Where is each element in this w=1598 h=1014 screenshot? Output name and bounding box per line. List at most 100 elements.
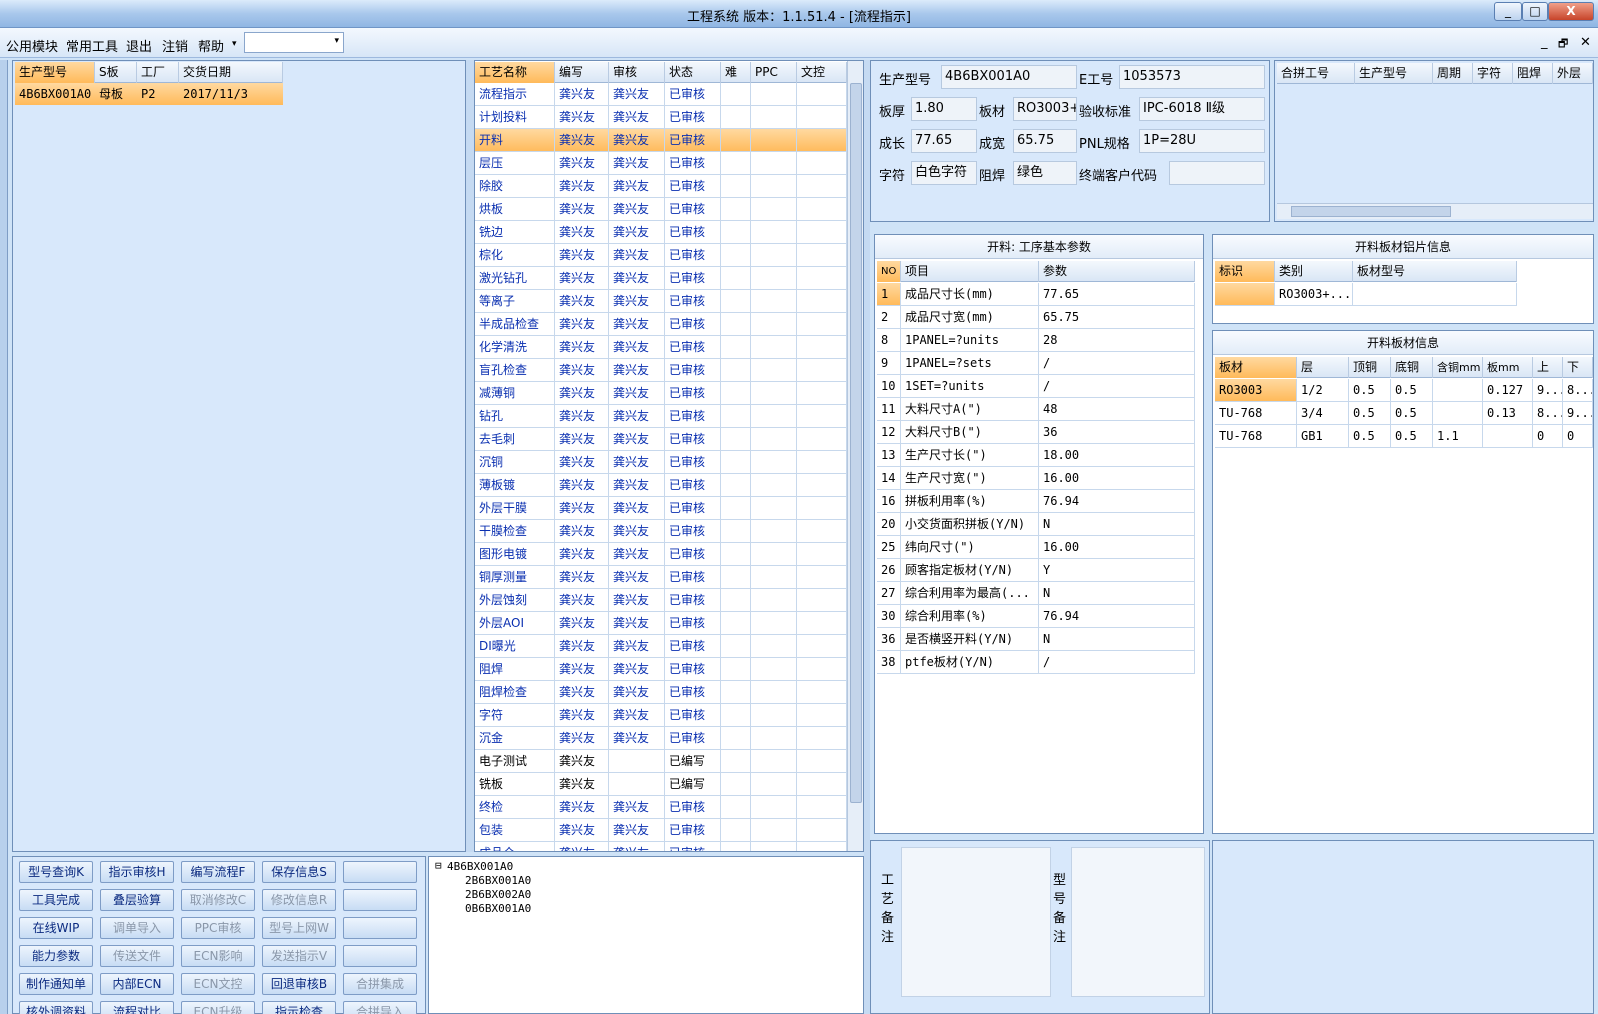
table-row[interactable]: 终检 龚兴友 龚兴友 已审核 xyxy=(475,796,847,819)
table-row[interactable]: 薄板镀 龚兴友 龚兴友 已审核 xyxy=(475,474,847,497)
table-row[interactable]: 计划投料 龚兴友 龚兴友 已审核 xyxy=(475,106,847,129)
menu-exit[interactable]: 退出 xyxy=(126,36,152,55)
col-bottom-cu[interactable]: 底铜 xyxy=(1391,357,1433,378)
col-factory[interactable]: 工厂 xyxy=(137,62,179,83)
col-item[interactable]: 项目 xyxy=(901,261,1039,282)
col-merge-model[interactable]: 生产型号 xyxy=(1355,63,1433,84)
action-button[interactable]: 修改信息R xyxy=(262,889,336,911)
table-row[interactable]: 电子测试 龚兴友 已编写 xyxy=(475,750,847,773)
customer-field[interactable] xyxy=(1169,161,1265,185)
param-row[interactable]: 16 拼板利用率(%) 76.94 xyxy=(877,490,1195,513)
menu-logout[interactable]: 注销 xyxy=(162,36,188,55)
model-remark-text[interactable] xyxy=(1071,847,1205,997)
material-field[interactable]: RO3003+ xyxy=(1013,97,1077,121)
col-cu-mm[interactable]: 含铜mm xyxy=(1433,357,1483,378)
merge-hscrollbar[interactable] xyxy=(1277,203,1593,219)
col-mark[interactable]: 标识 xyxy=(1215,261,1275,282)
maximize-button[interactable]: □ xyxy=(1522,2,1548,21)
table-row[interactable]: 阻焊检查 龚兴友 龚兴友 已审核 xyxy=(475,681,847,704)
action-button[interactable]: 内部ECN xyxy=(100,973,174,995)
tree-node[interactable]: 2B6BX001A0 xyxy=(465,874,531,887)
col-board-model[interactable]: 板材型号 xyxy=(1353,261,1517,282)
param-row[interactable]: 2 成品尺寸宽(mm) 65.75 xyxy=(877,306,1195,329)
param-row[interactable]: 9 1PANEL=?sets / xyxy=(877,352,1195,375)
table-row[interactable]: 盲孔检查 龚兴友 龚兴友 已审核 xyxy=(475,359,847,382)
table-row[interactable]: 等离子 龚兴友 龚兴友 已审核 xyxy=(475,290,847,313)
table-row[interactable]: 沉金 龚兴友 龚兴友 已审核 xyxy=(475,727,847,750)
col-merge-outer[interactable]: 外层 xyxy=(1553,63,1593,84)
table-row[interactable]: 激光钻孔 龚兴友 龚兴友 已审核 xyxy=(475,267,847,290)
blank-button[interactable] xyxy=(343,917,417,939)
board-row[interactable]: RO30031/20.50.50.1279...8... xyxy=(1215,379,1593,402)
standard-field[interactable]: IPC-6018 Ⅱ级 xyxy=(1139,97,1265,121)
table-row[interactable]: 开料 龚兴友 龚兴友 已审核 xyxy=(475,129,847,152)
table-row[interactable]: 字符 龚兴友 龚兴友 已审核 xyxy=(475,704,847,727)
e-no-field[interactable]: 1053573 xyxy=(1119,65,1265,89)
table-row[interactable]: 包装 龚兴友 龚兴友 已审核 xyxy=(475,819,847,842)
action-button[interactable]: 合拼导入 xyxy=(343,1001,417,1014)
hscroll-thumb[interactable] xyxy=(1291,206,1451,217)
table-row[interactable]: 阻焊 龚兴友 龚兴友 已审核 xyxy=(475,658,847,681)
param-row[interactable]: 25 纬向尺寸(") 16.00 xyxy=(877,536,1195,559)
mask-field[interactable]: 绿色 xyxy=(1013,161,1077,185)
param-row[interactable]: 8 1PANEL=?units 28 xyxy=(877,329,1195,352)
action-button[interactable]: 传送文件 xyxy=(100,945,174,967)
col-top-cu[interactable]: 顶铜 xyxy=(1349,357,1391,378)
close-button[interactable]: X xyxy=(1548,2,1594,21)
table-row[interactable]: 棕化 龚兴友 龚兴友 已审核 xyxy=(475,244,847,267)
scroll-thumb[interactable] xyxy=(850,83,862,803)
menu-combo-box[interactable]: ▾ xyxy=(244,32,344,53)
param-row[interactable]: 20 小交货面积拼板(Y/N) N xyxy=(877,513,1195,536)
table-row[interactable]: 层压 龚兴友 龚兴友 已审核 xyxy=(475,152,847,175)
action-button[interactable]: 保存信息S xyxy=(262,861,336,883)
action-button[interactable]: 编写流程F xyxy=(181,861,255,883)
table-row[interactable]: 铣板 龚兴友 已编写 xyxy=(475,773,847,796)
tree-node[interactable]: 0B6BX001A0 xyxy=(465,902,531,915)
table-row[interactable]: 烘板 龚兴友 龚兴友 已审核 xyxy=(475,198,847,221)
col-date[interactable]: 交货日期 xyxy=(179,62,283,83)
col-merge-cycle[interactable]: 周期 xyxy=(1433,63,1473,84)
vertical-splitter[interactable] xyxy=(466,60,474,852)
action-button[interactable]: 工具完成 xyxy=(19,889,93,911)
table-row[interactable]: 沉铜 龚兴友 龚兴友 已审核 xyxy=(475,451,847,474)
param-row[interactable]: 38 ptfe板材(Y/N) / xyxy=(877,651,1195,674)
table-row[interactable]: 外层蚀刻 龚兴友 龚兴友 已审核 xyxy=(475,589,847,612)
col-model[interactable]: 生产型号 xyxy=(15,62,95,83)
action-button[interactable]: ECN升级 xyxy=(181,1001,255,1014)
table-row[interactable]: 去毛刺 龚兴友 龚兴友 已审核 xyxy=(475,428,847,451)
tree-collapse-icon[interactable]: ⊟ xyxy=(435,859,442,872)
col-board[interactable]: S板 xyxy=(95,62,137,83)
action-button[interactable]: 型号上网W xyxy=(262,917,336,939)
action-button[interactable]: 取消修改C xyxy=(181,889,255,911)
col-writer[interactable]: 编写 xyxy=(555,62,609,83)
param-row[interactable]: 14 生产尺寸宽(") 16.00 xyxy=(877,467,1195,490)
table-row[interactable]: 流程指示 龚兴友 龚兴友 已审核 xyxy=(475,83,847,106)
table-row[interactable]: 外层AOI 龚兴友 龚兴友 已审核 xyxy=(475,612,847,635)
table-row[interactable]: 除胶 龚兴友 龚兴友 已审核 xyxy=(475,175,847,198)
table-row[interactable]: 减薄铜 龚兴友 龚兴友 已审核 xyxy=(475,382,847,405)
alu-row[interactable]: RO3003+... xyxy=(1215,283,1517,306)
thickness-field[interactable]: 1.80 xyxy=(911,97,977,121)
blank-button[interactable] xyxy=(343,889,417,911)
col-difficulty[interactable]: 难 xyxy=(721,62,751,83)
table-row[interactable]: 半成品检查 龚兴友 龚兴友 已审核 xyxy=(475,313,847,336)
action-button[interactable]: 能力参数 xyxy=(19,945,93,967)
menu-tools[interactable]: 常用工具 xyxy=(66,36,118,55)
table-row[interactable]: 成品仓龚兴友龚兴友已审核 xyxy=(475,842,847,851)
table-row[interactable]: DI曝光 龚兴友 龚兴友 已审核 xyxy=(475,635,847,658)
col-reviewer[interactable]: 审核 xyxy=(609,62,665,83)
help-dropdown-icon[interactable]: ▾ xyxy=(232,39,237,49)
pnl-field[interactable]: 1P=28U xyxy=(1139,129,1265,153)
process-scrollbar[interactable] xyxy=(847,61,863,851)
col-board[interactable]: 板材 xyxy=(1215,357,1297,378)
action-button[interactable]: ECN文控 xyxy=(181,973,255,995)
param-row[interactable]: 13 生产尺寸长(") 18.00 xyxy=(877,444,1195,467)
tree-root[interactable]: 4B6BX001A0 xyxy=(447,860,513,873)
table-row[interactable]: 化学清洗 龚兴友 龚兴友 已审核 xyxy=(475,336,847,359)
action-button[interactable]: 流程对比 xyxy=(100,1001,174,1014)
mdi-restore-icon[interactable]: 🗗 xyxy=(1558,35,1568,54)
action-button[interactable]: 指示检查 xyxy=(262,1001,336,1014)
action-button[interactable]: 回退审核B xyxy=(262,973,336,995)
col-process-name[interactable]: 工艺名称 xyxy=(475,62,555,83)
table-row[interactable]: 图形电镀 龚兴友 龚兴友 已审核 xyxy=(475,543,847,566)
